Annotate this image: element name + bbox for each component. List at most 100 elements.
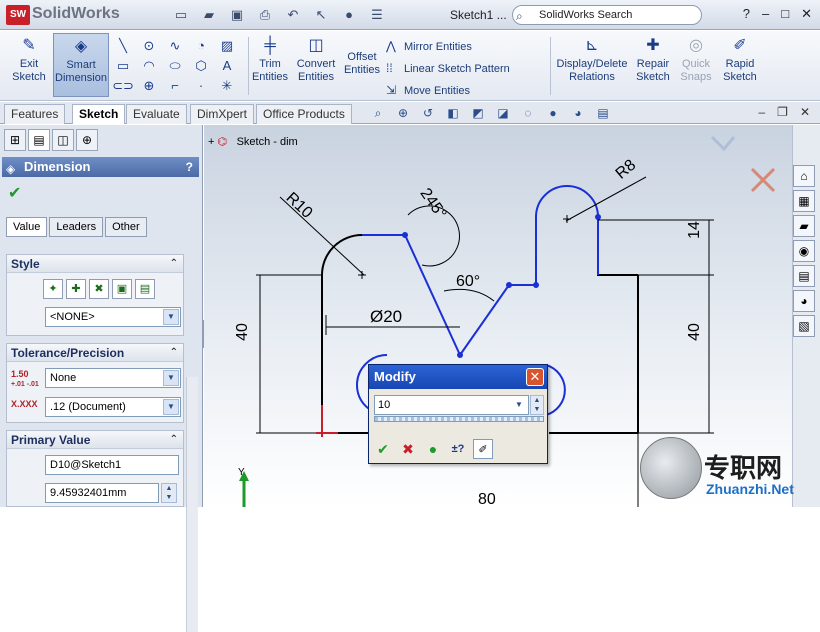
chevron-down-icon[interactable]: ▼: [512, 397, 526, 413]
point[interactable]: [402, 232, 408, 238]
modify-dialog-titlebar[interactable]: Modify ✕: [369, 365, 547, 389]
search-input[interactable]: ⌕ SolidWorks Search: [512, 5, 702, 25]
asterisk-icon[interactable]: ✳: [216, 77, 238, 95]
tab-sketch[interactable]: Sketch: [72, 104, 126, 124]
undo-icon[interactable]: ↶: [282, 5, 304, 25]
precision-select[interactable]: .12 (Document) ▼: [45, 397, 181, 417]
hatch-icon[interactable]: ▨: [216, 37, 238, 55]
tab-office-products[interactable]: Office Products: [256, 104, 352, 124]
minimize-button[interactable]: –: [762, 6, 769, 22]
point[interactable]: [506, 282, 512, 288]
modify-value-input[interactable]: 10: [374, 395, 529, 415]
new-document-icon[interactable]: ▭: [170, 5, 192, 25]
print-icon[interactable]: ⎙: [254, 5, 276, 25]
reset-spin-increment-icon[interactable]: ±?: [448, 439, 468, 459]
dim-60-label[interactable]: 60°: [456, 273, 480, 291]
spline-icon[interactable]: ∿: [164, 37, 186, 55]
linear-pattern-button[interactable]: ⁞⁞ Linear Sketch Pattern: [386, 57, 510, 79]
tolerance-type-select[interactable]: None ▼: [45, 368, 181, 388]
dim-80-label[interactable]: 80: [478, 491, 496, 509]
tolerance-group-header[interactable]: Tolerance/Precision ⌃: [7, 344, 183, 362]
zoom-to-fit-icon[interactable]: ⌕: [368, 104, 388, 122]
property-manager-tab-icon[interactable]: ▤: [28, 129, 50, 151]
collapse-icon[interactable]: ⌃: [170, 344, 178, 362]
options-icon[interactable]: ☰: [366, 5, 388, 25]
design-library-icon[interactable]: ▦: [793, 190, 815, 212]
value-stepper[interactable]: ▲ ▼: [161, 483, 177, 503]
confirmation-corner[interactable]: [710, 135, 776, 193]
arc-icon[interactable]: ◠: [138, 57, 160, 75]
rapid-sketch-button[interactable]: ✐ Rapid Sketch: [720, 33, 760, 97]
home-icon[interactable]: ⌂: [793, 165, 815, 187]
tab-evaluate[interactable]: Evaluate: [126, 104, 187, 124]
appearance-icon[interactable]: ●: [543, 104, 563, 122]
plane-icon[interactable]: ·: [190, 77, 212, 95]
point[interactable]: [595, 214, 601, 220]
select-arrow-icon[interactable]: ↖: [310, 5, 332, 25]
style-group-header[interactable]: Style ⌃: [7, 255, 183, 273]
primary-value-header[interactable]: Primary Value ⌃: [7, 431, 183, 449]
maximize-button[interactable]: □: [781, 6, 789, 22]
slot-icon[interactable]: ⊂⊃: [112, 77, 134, 95]
view-orientation-icon[interactable]: ◩: [468, 104, 488, 122]
view-settings-icon[interactable]: ▤: [593, 104, 613, 122]
cancel-x-icon[interactable]: ✖: [398, 439, 418, 459]
open-folder-icon[interactable]: ▰: [198, 5, 220, 25]
display-style-icon[interactable]: ◪: [493, 104, 513, 122]
rebuild-light-icon[interactable]: ●: [423, 439, 443, 459]
style-select[interactable]: <NONE> ▼: [45, 307, 181, 327]
point[interactable]: [533, 282, 539, 288]
configuration-manager-tab-icon[interactable]: ◫: [52, 129, 74, 151]
display-delete-relations-button[interactable]: ⊾ Display/Delete Relations: [554, 33, 630, 97]
trim-entities-button[interactable]: ╪ Trim Entities: [250, 33, 290, 97]
dim-d20-label[interactable]: Ø20: [370, 307, 402, 327]
load-style-icon[interactable]: ▤: [135, 279, 155, 299]
apply-default-style-icon[interactable]: ✦: [43, 279, 63, 299]
close-button[interactable]: ✕: [801, 6, 812, 22]
circle-icon[interactable]: ⊕: [138, 77, 160, 95]
repair-sketch-button[interactable]: ✚ Repair Sketch: [633, 33, 673, 97]
collapse-icon[interactable]: ⌃: [170, 255, 178, 273]
subtab-value[interactable]: Value: [6, 217, 48, 237]
polygon-icon[interactable]: ⬡: [190, 57, 212, 75]
dim-40-left-label[interactable]: 40: [234, 323, 252, 341]
thumbwheel-slider[interactable]: [374, 416, 544, 422]
panel-help-icon[interactable]: ?: [186, 157, 193, 177]
dimension-name-field[interactable]: D10@Sketch1: [45, 455, 179, 475]
viewport-close-icon[interactable]: ✕: [800, 105, 810, 119]
save-style-icon[interactable]: ▣: [112, 279, 132, 299]
dimxpert-manager-tab-icon[interactable]: ⊕: [76, 129, 98, 151]
save-icon[interactable]: ▣: [226, 5, 248, 25]
tab-features[interactable]: Features: [4, 104, 66, 124]
smart-dimension-button[interactable]: ◈ Smart Dimension: [53, 33, 109, 97]
line-icon[interactable]: ╲: [112, 37, 134, 55]
feature-manager-tab-icon[interactable]: ⊞: [4, 129, 26, 151]
subtab-leaders[interactable]: Leaders: [49, 217, 104, 237]
dimension-value-field[interactable]: 9.45932401mm: [45, 483, 159, 503]
exit-sketch-button[interactable]: ✎ Exit Sketch: [8, 33, 50, 97]
panel-scrollbar[interactable]: [186, 377, 198, 632]
centerline-icon[interactable]: ⊙: [138, 37, 160, 55]
mirror-entities-button[interactable]: ⋀ Mirror Entities: [386, 35, 510, 57]
section-view-icon[interactable]: ◧: [443, 104, 463, 122]
file-explorer-icon[interactable]: ▰: [793, 215, 815, 237]
dim-40-right-label[interactable]: 40: [686, 323, 704, 341]
viewport-restore-icon[interactable]: ❐: [777, 105, 788, 119]
dim-14-label[interactable]: 14: [686, 221, 704, 239]
exit-corner-icon[interactable]: [710, 135, 736, 152]
search-results-icon[interactable]: ◉: [793, 240, 815, 262]
quick-snaps-button[interactable]: ◎ Quick Snaps: [676, 33, 716, 97]
convert-entities-button[interactable]: ◫ Convert Entities: [294, 33, 338, 97]
add-style-icon[interactable]: ✚: [66, 279, 86, 299]
ellipse-icon[interactable]: ⬭: [164, 57, 186, 75]
delete-style-icon[interactable]: ✖: [89, 279, 109, 299]
point-icon[interactable]: ⌐: [164, 77, 186, 95]
appearances-icon[interactable]: ◕: [793, 290, 815, 312]
subtab-other[interactable]: Other: [105, 217, 147, 237]
previous-view-icon[interactable]: ↺: [418, 104, 438, 122]
tab-dimxpert[interactable]: DimXpert: [190, 104, 255, 124]
text-icon[interactable]: A: [216, 57, 238, 75]
point[interactable]: [457, 352, 463, 358]
ok-check-icon[interactable]: ✔: [373, 439, 393, 459]
modify-close-icon[interactable]: ✕: [526, 368, 544, 386]
